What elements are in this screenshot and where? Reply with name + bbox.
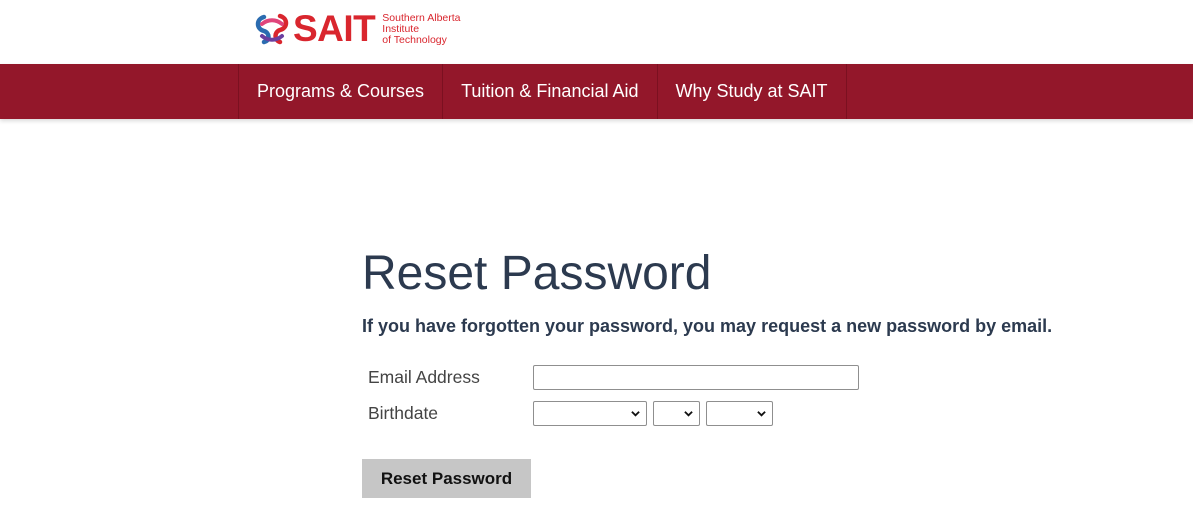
logo-tagline-line: of Technology: [382, 34, 447, 46]
chevron-down-icon: [684, 411, 693, 417]
birthdate-month-select[interactable]: [533, 401, 647, 426]
page-title: Reset Password: [362, 247, 712, 300]
nav-item-why-study[interactable]: Why Study at SAIT: [656, 64, 847, 119]
sait-logo[interactable]: SAIT Southern Alberta Institute of Techn…: [254, 10, 461, 48]
main-nav: Programs & Courses Tuition & Financial A…: [0, 64, 1193, 119]
birthdate-row: Birthdate: [368, 401, 773, 426]
reset-password-button[interactable]: Reset Password: [362, 459, 531, 498]
chevron-down-icon: [631, 411, 640, 417]
birthdate-label: Birthdate: [368, 403, 439, 423]
logo-tagline: Southern Alberta Institute of Technology: [382, 13, 460, 46]
email-row: Email Address: [368, 365, 859, 390]
reset-password-section: Reset Password If you have forgotten you…: [362, 246, 1122, 498]
nav-items: Programs & Courses Tuition & Financial A…: [238, 64, 847, 119]
birthdate-year-select[interactable]: [706, 401, 773, 426]
logo-wordmark: SAIT: [293, 8, 376, 49]
nav-item-programs-courses[interactable]: Programs & Courses: [238, 64, 442, 119]
birthdate-day-select[interactable]: [653, 401, 700, 426]
email-label: Email Address: [368, 367, 480, 387]
birthdate-selects: [533, 401, 773, 426]
nav-item-tuition-financial-aid[interactable]: Tuition & Financial Aid: [442, 64, 656, 119]
chevron-down-icon: [757, 411, 766, 417]
sait-logo-mark-icon: [255, 13, 289, 45]
site-header: SAIT Southern Alberta Institute of Techn…: [0, 0, 1193, 64]
intro-text: If you have forgotten your password, you…: [362, 316, 1053, 336]
email-field[interactable]: [533, 365, 859, 390]
